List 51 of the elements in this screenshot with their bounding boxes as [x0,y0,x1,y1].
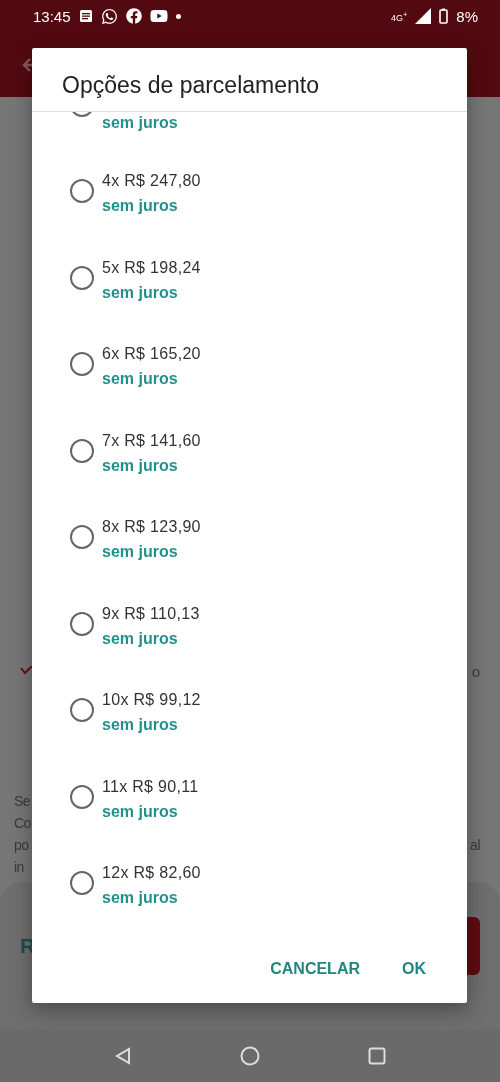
installment-price: 6x R$ 165,20 [102,344,202,364]
text-fragment: Se [14,792,31,811]
interest-note: sem juros [102,369,179,389]
text-fragment: o [471,662,480,680]
text-fragment: al [470,836,480,855]
home-icon[interactable] [240,1046,260,1066]
installment-price: 4x R$ 247,80 [102,171,202,191]
facebook-icon [125,8,142,24]
dialog-title: Opções de parcelamento [32,48,467,112]
cancel-button[interactable]: CANCELAR [259,951,371,986]
radio-button[interactable] [70,784,94,809]
radio-button[interactable] [70,611,94,636]
text-fragment: po [14,836,30,855]
installment-price: 7x R$ 141,60 [102,430,202,451]
clock: 13:45 [33,7,71,25]
dot-icon [175,13,181,19]
check-icon [20,666,32,676]
youtube-icon [149,7,168,25]
radio-button[interactable] [70,438,94,463]
installment-price: 9x R$ 110,13 [102,603,201,624]
radio-button[interactable] [70,698,94,722]
installment-price: 10x R$ 99,12 [102,690,202,710]
text-fragment: in [14,858,25,877]
interest-note: sem juros [102,196,179,216]
news-icon [78,9,93,23]
interest-note: sem juros [102,888,179,908]
installment-price: 12x R$ 82,60 [102,863,202,883]
interest-note: sem juros [102,113,179,133]
interest-note: sem juros [102,801,179,822]
radio-button[interactable] [70,525,94,549]
text-fragment: Co [14,814,31,833]
radio-button[interactable] [70,871,94,895]
battery-icon [439,8,449,24]
interest-note: sem juros [102,455,179,476]
installment-price: 8x R$ 123,90 [102,517,202,537]
interest-note: sem juros [102,282,179,303]
ok-button[interactable]: OK [391,951,437,986]
interest-note: sem juros [102,715,179,735]
back-icon[interactable] [114,1047,132,1065]
battery-level: 8% [456,7,478,25]
installment-price: 5x R$ 198,24 [102,257,202,278]
signal-icon [415,8,432,24]
interest-note: sem juros [102,628,179,649]
whatsapp-icon [100,7,118,25]
radio-button[interactable] [70,265,94,290]
network-type: 4G$^{+}$ [390,9,408,23]
interest-note: sem juros [102,542,179,562]
radio-button[interactable] [70,352,94,376]
recents-icon[interactable] [368,1047,386,1065]
radio-button[interactable] [70,179,94,203]
installment-price: 11x R$ 90,11 [102,776,200,797]
